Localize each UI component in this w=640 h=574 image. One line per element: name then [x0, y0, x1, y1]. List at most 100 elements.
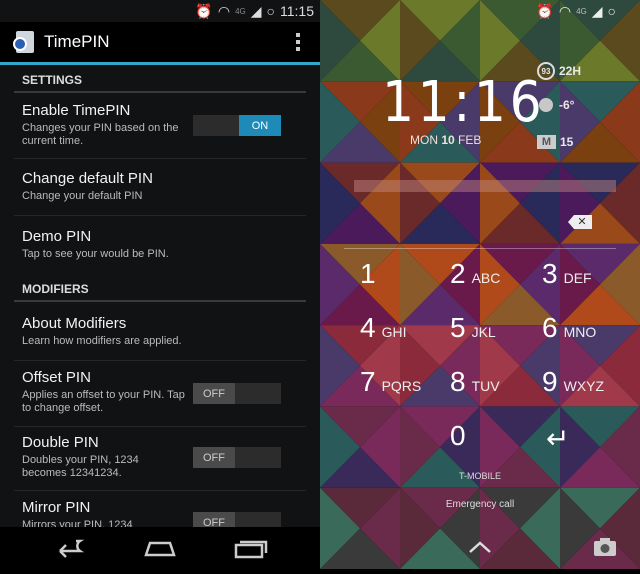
- battery-time: 22H: [559, 64, 582, 78]
- pref-summary: Tap to see your would be PIN.: [22, 248, 169, 260]
- divider: [14, 426, 306, 427]
- signal-icon: ◢: [591, 2, 603, 19]
- pref-change-default-pin[interactable]: Change default PIN Change your default P…: [22, 170, 312, 203]
- pref-summary: Changes your PIN based on the current ti…: [22, 122, 179, 147]
- key-digit: 5: [450, 312, 466, 343]
- section-header-modifiers: MODIFIERS: [22, 282, 89, 296]
- key-3[interactable]: 3 DEF: [542, 258, 632, 298]
- key-6[interactable]: 6 MNO: [542, 312, 632, 352]
- home-icon[interactable]: [144, 541, 176, 557]
- date-month: FEB: [458, 133, 482, 147]
- network-type: 4G: [576, 6, 587, 16]
- mail-widget: M 15: [537, 135, 573, 149]
- gmail-icon: M: [537, 135, 556, 149]
- date-day: MON: [410, 133, 438, 147]
- action-bar-divider: [0, 62, 320, 65]
- wifi-icon: ◠: [217, 2, 231, 19]
- key-letters: WXYZ: [563, 378, 605, 394]
- chevron-up-icon[interactable]: [468, 540, 492, 554]
- pref-about-modifiers[interactable]: About Modifiers Learn how modifiers are …: [22, 315, 312, 348]
- date-num: 10: [441, 133, 455, 147]
- signal-icon: ◢: [250, 2, 262, 19]
- mail-count: 15: [560, 135, 574, 149]
- app-logo-icon: [13, 31, 34, 53]
- key-letters: TUV: [471, 378, 500, 394]
- lock-clock: 11:16: [382, 70, 546, 135]
- key-8[interactable]: 8 TUV: [450, 366, 540, 406]
- lock-date: MON 10 FEB: [410, 133, 481, 147]
- enter-key[interactable]: ↵: [546, 422, 569, 455]
- back-icon[interactable]: [59, 539, 85, 558]
- pref-title: Change default PIN: [22, 170, 153, 187]
- key-letters: DEF: [563, 270, 592, 286]
- divider: [14, 215, 306, 216]
- mirror-pin-toggle[interactable]: OFF: [193, 512, 281, 527]
- carrier-label: T-MOBILE: [458, 471, 501, 481]
- pref-summary: Mirrors your PIN, 1234: [22, 519, 133, 527]
- toggle-label: OFF: [193, 512, 235, 527]
- toggle-label: OFF: [193, 447, 235, 468]
- key-digit: 0: [450, 420, 466, 451]
- pref-summary: Learn how modifiers are applied.: [22, 335, 182, 347]
- toggle-label: OFF: [193, 383, 235, 404]
- emergency-call-button[interactable]: Emergency call: [320, 499, 640, 510]
- key-1[interactable]: 1: [360, 258, 450, 298]
- action-bar: TimePIN: [0, 22, 320, 62]
- navigation-bar: [0, 527, 320, 569]
- divider: [14, 300, 306, 302]
- key-digit: 2: [450, 258, 466, 289]
- overflow-menu-icon[interactable]: [296, 33, 300, 54]
- key-0[interactable]: 0: [450, 420, 540, 460]
- key-digit: 6: [542, 312, 558, 343]
- battery-percent: 93: [537, 62, 555, 80]
- offset-pin-toggle[interactable]: OFF: [193, 383, 281, 404]
- key-digit: 7: [360, 366, 376, 397]
- temperature: -6°: [559, 98, 575, 112]
- key-5[interactable]: 5 JKL: [450, 312, 540, 352]
- battery-icon: ○: [607, 3, 616, 19]
- alarm-icon: ⏰: [195, 2, 213, 19]
- divider: [14, 360, 306, 361]
- battery-widget: 93 22H: [537, 62, 581, 80]
- pref-summary: Doubles your PIN, 1234 becomes 12341234.: [22, 454, 139, 479]
- battery-icon: ○: [266, 3, 275, 19]
- status-bar: ⏰ ◠ 4G ◢ ○: [536, 0, 616, 22]
- status-bar: ⏰ ◠ 4G ◢ ○ 11:15: [195, 0, 314, 22]
- pref-title: Demo PIN: [22, 228, 92, 245]
- camera-icon[interactable]: [593, 537, 617, 557]
- key-9[interactable]: 9 WXYZ: [542, 366, 632, 406]
- alarm-icon: ⏰: [536, 2, 554, 19]
- weather-widget: -6°: [539, 98, 574, 112]
- key-letters: GHI: [381, 324, 407, 340]
- pin-entry-field[interactable]: [354, 180, 616, 192]
- key-letters: JKL: [471, 324, 496, 340]
- enable-timepin-toggle[interactable]: ON: [193, 115, 281, 136]
- app-title: TimePIN: [44, 32, 110, 51]
- divider: [344, 248, 616, 249]
- status-time: 11:15: [280, 3, 314, 19]
- divider: [14, 158, 306, 159]
- pref-demo-pin[interactable]: Demo PIN Tap to see your would be PIN.: [22, 228, 312, 261]
- divider: [14, 490, 306, 491]
- key-4[interactable]: 4 GHI: [360, 312, 450, 352]
- pref-summary: Applies an offset to your PIN. Tap to ch…: [22, 389, 185, 414]
- key-digit: 4: [360, 312, 376, 343]
- key-digit: 1: [360, 258, 376, 289]
- key-digit: 8: [450, 366, 466, 397]
- key-letters: ABC: [471, 270, 501, 286]
- section-header-settings: SETTINGS: [22, 73, 83, 87]
- double-pin-toggle[interactable]: OFF: [193, 447, 281, 468]
- key-digit: 9: [542, 366, 558, 397]
- key-7[interactable]: 7 PQRS: [360, 366, 450, 406]
- weather-icon: [539, 98, 553, 112]
- divider: [14, 91, 306, 93]
- recent-apps-icon[interactable]: [234, 540, 268, 559]
- pref-summary: Change your default PIN: [22, 190, 143, 202]
- timepin-settings-screen: ⏰ ◠ 4G ◢ ○ 11:15 TimePIN SETTINGS Enable…: [0, 0, 320, 569]
- key-2[interactable]: 2 ABC: [450, 258, 540, 298]
- key-letters: PQRS: [381, 378, 422, 394]
- wifi-icon: ◠: [558, 2, 572, 19]
- key-digit: 3: [542, 258, 558, 289]
- key-letters: MNO: [563, 324, 597, 340]
- pref-title: About Modifiers: [22, 315, 127, 332]
